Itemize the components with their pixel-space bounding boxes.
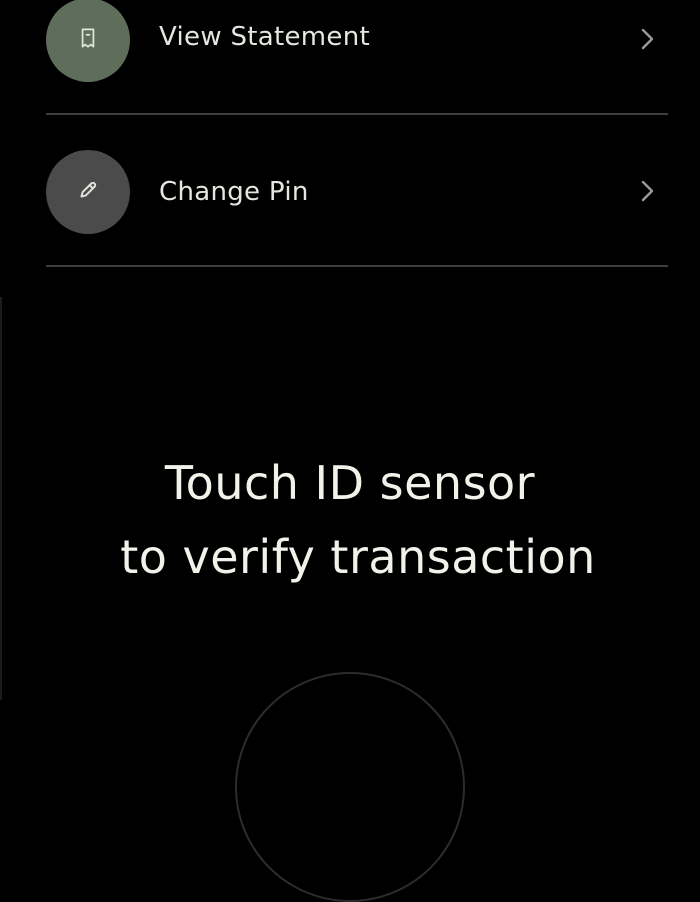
touch-id-prompt-line-2: to verify transaction — [120, 530, 596, 584]
fingerprint-sensor-ring[interactable] — [235, 672, 465, 902]
touch-id-prompt-line-1: Touch ID sensor — [164, 456, 536, 510]
receipt-icon — [75, 25, 101, 55]
view-statement-icon-circle — [46, 0, 130, 82]
pencil-icon — [75, 177, 101, 207]
chevron-right-icon — [636, 178, 658, 204]
change-pin-icon-circle — [46, 150, 130, 234]
view-statement-row[interactable]: View Statement — [46, 0, 668, 82]
divider — [46, 265, 668, 267]
divider — [46, 113, 668, 115]
chevron-right-icon — [636, 26, 658, 52]
change-pin-label: Change Pin — [159, 177, 309, 207]
change-pin-row[interactable]: Change Pin — [46, 150, 668, 234]
view-statement-label: View Statement — [159, 22, 370, 52]
